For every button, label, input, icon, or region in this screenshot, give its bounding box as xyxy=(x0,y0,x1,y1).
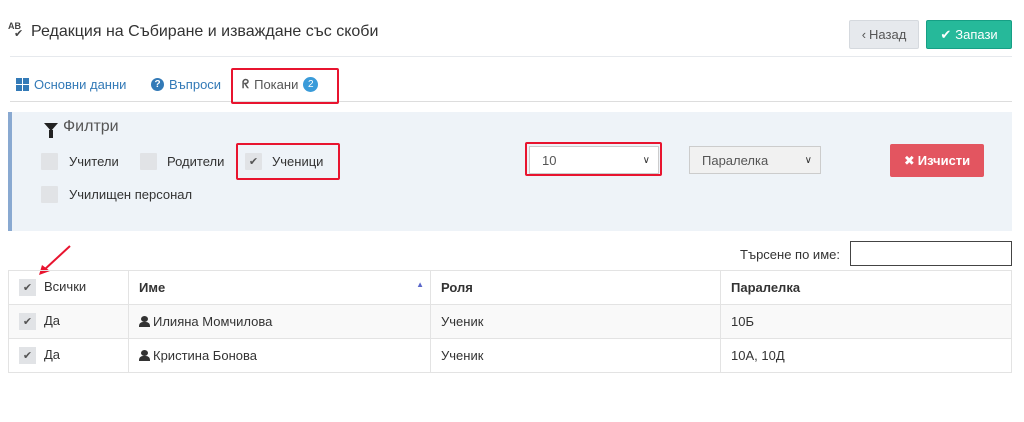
search-input[interactable] xyxy=(850,241,1012,266)
column-header-role-label: Роля xyxy=(441,280,473,295)
checkbox-teachers[interactable] xyxy=(41,153,58,170)
student-icon xyxy=(139,316,150,327)
row-selected-value: Да xyxy=(44,346,61,362)
tab-bar: Основни данни ? Въпроси ᖇ Покани 2 xyxy=(10,68,1012,102)
row-selected-value: Да xyxy=(44,312,61,328)
check-icon: ✔ xyxy=(940,26,952,42)
sort-asc-icon: ▲ xyxy=(416,280,424,289)
page-header: AB ✔ Редакция на Събиране и изваждане съ… xyxy=(0,0,1024,56)
page-title: Редакция на Събиране и изваждане със ско… xyxy=(31,23,379,40)
class-select-value: Паралелка xyxy=(702,152,769,168)
close-icon: ✖ xyxy=(903,152,915,168)
header-divider xyxy=(10,56,1012,57)
back-button[interactable]: ‹ Назад xyxy=(849,20,919,49)
row-checkbox[interactable]: ✔ xyxy=(19,313,36,331)
tab-questions[interactable]: ? Въпроси xyxy=(151,68,221,101)
column-header-name[interactable]: Име ▲ xyxy=(128,270,431,305)
filter-title: Филтри xyxy=(44,118,119,138)
class-select[interactable]: Паралелка ∨ xyxy=(689,146,821,174)
clear-filters-label: Изчисти xyxy=(917,153,971,168)
highlight-box-students-filter xyxy=(236,143,340,180)
column-header-role[interactable]: Роля xyxy=(430,270,721,305)
tab-basic-data[interactable]: Основни данни xyxy=(16,68,126,101)
row-select-cell: ✔ Да xyxy=(8,338,129,373)
row-role-cell: Ученик xyxy=(430,304,721,339)
checkbox-teachers-label: Учители xyxy=(69,154,119,169)
filter-title-label: Филтри xyxy=(63,118,119,135)
row-checkbox[interactable]: ✔ xyxy=(19,347,36,365)
row-name: Илияна Момчилова xyxy=(153,314,273,329)
column-header-select-all-label: Всички xyxy=(44,278,87,294)
column-header-class-label: Паралелка xyxy=(731,280,801,295)
row-class-cell: 10А, 10Д xyxy=(720,338,1012,373)
column-header-name-label: Име xyxy=(139,280,166,295)
row-select-cell: ✔ Да xyxy=(8,304,129,339)
row-name-cell: Кристина Бонова xyxy=(128,338,431,373)
invitees-table: ✔ Всички Име ▲ Роля Паралелка ✔ Да Илияна … xyxy=(8,270,1012,373)
tab-questions-label: Въпроси xyxy=(169,77,222,92)
column-header-class[interactable]: Паралелка xyxy=(720,270,1012,305)
back-button-label: Назад xyxy=(869,27,907,42)
row-role-cell: Ученик xyxy=(430,338,721,373)
select-all-checkbox[interactable]: ✔ xyxy=(19,279,36,297)
checkbox-school-staff-label: Училищен персонал xyxy=(69,187,193,202)
spellcheck-icon: AB ✔ xyxy=(8,21,24,40)
student-icon xyxy=(139,350,150,361)
search-label: Търсене по име: xyxy=(740,247,840,262)
row-name: Кристина Бонова xyxy=(153,348,257,363)
tab-basic-data-label: Основни данни xyxy=(34,77,127,92)
column-header-select-all[interactable]: ✔ Всички xyxy=(8,270,129,305)
question-circle-icon: ? xyxy=(151,78,164,91)
table-row: ✔ Да Илияна Момчилова Ученик 10Б xyxy=(8,304,1012,339)
clear-filters-button[interactable]: ✖ Изчисти xyxy=(890,144,984,177)
chevron-left-icon: ‹ xyxy=(861,27,867,42)
checkbox-parents-label: Родители xyxy=(167,154,225,169)
save-button-label: Запази xyxy=(955,27,998,42)
grid-icon xyxy=(16,78,29,91)
highlight-box-grade-select xyxy=(525,142,662,176)
filter-icon xyxy=(44,123,58,138)
chevron-down-icon: ∨ xyxy=(804,154,812,166)
save-button[interactable]: ✔ Запази xyxy=(926,20,1012,49)
highlight-box-invites-tab xyxy=(231,68,339,104)
row-name-cell: Илияна Момчилова xyxy=(128,304,431,339)
row-class-cell: 10Б xyxy=(720,304,1012,339)
checkbox-school-staff[interactable] xyxy=(41,186,58,203)
table-row: ✔ Да Кристина Бонова Ученик 10А, 10Д xyxy=(8,338,1012,373)
table-header-row: ✔ Всички Име ▲ Роля Паралелка xyxy=(8,270,1012,305)
checkbox-parents[interactable] xyxy=(140,153,157,170)
filter-panel: Филтри xyxy=(8,112,1012,231)
